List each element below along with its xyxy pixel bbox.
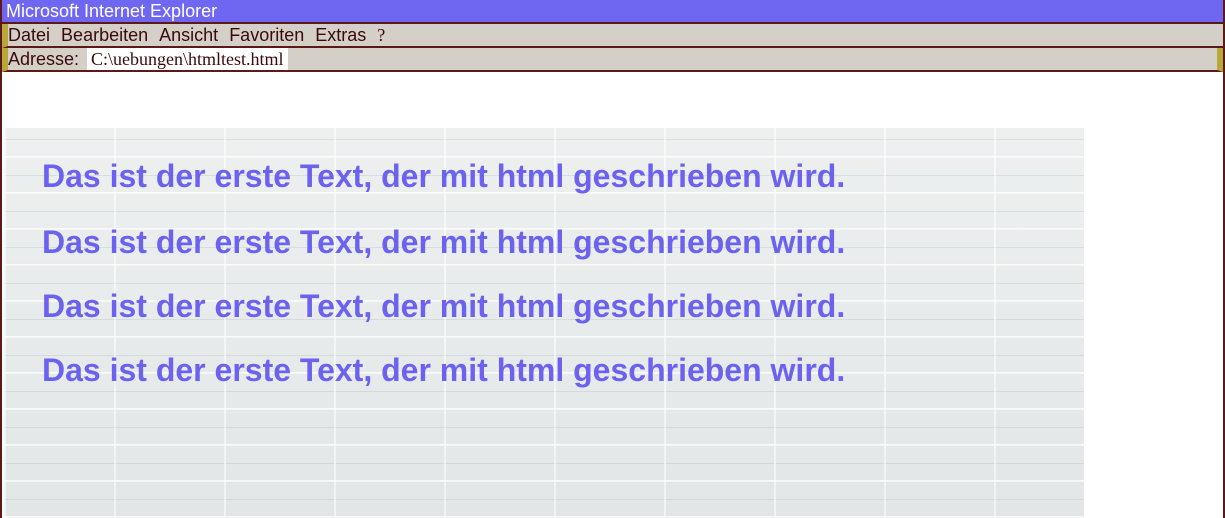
title-bar: Microsoft Internet Explorer (2, 0, 1223, 24)
menu-item-help[interactable]: ? (377, 24, 385, 46)
menu-item-ansicht[interactable]: Ansicht (159, 24, 218, 46)
content-text-line-1: Das ist der erste Text, der mit html ges… (42, 158, 846, 194)
address-row: Adresse: C:\uebungen\htmltest.html (2, 48, 1223, 72)
page-content: Das ist der erste Text, der mit html ges… (4, 128, 1084, 518)
content-text-line-2: Das ist der erste Text, der mit html ges… (42, 224, 846, 260)
menu-bar: Datei Bearbeiten Ansicht Favoriten Extra… (2, 24, 1223, 48)
content-text-line-4: Das ist der erste Text, der mit html ges… (42, 352, 846, 388)
menu-item-bearbeiten[interactable]: Bearbeiten (61, 24, 148, 46)
browser-window: Microsoft Internet Explorer Datei Bearbe… (0, 0, 1225, 518)
menu-item-datei[interactable]: Datei (8, 24, 50, 46)
address-label: Adresse: (8, 49, 80, 69)
content-text-line-3: Das ist der erste Text, der mit html ges… (42, 288, 846, 324)
address-input[interactable]: C:\uebungen\htmltest.html (87, 48, 288, 70)
menu-item-extras[interactable]: Extras (315, 24, 366, 46)
address-bar: Adresse: C:\uebungen\htmltest.html (2, 48, 1223, 104)
window-title: Microsoft Internet Explorer (6, 1, 218, 21)
menu-item-favoriten[interactable]: Favoriten (229, 24, 304, 46)
